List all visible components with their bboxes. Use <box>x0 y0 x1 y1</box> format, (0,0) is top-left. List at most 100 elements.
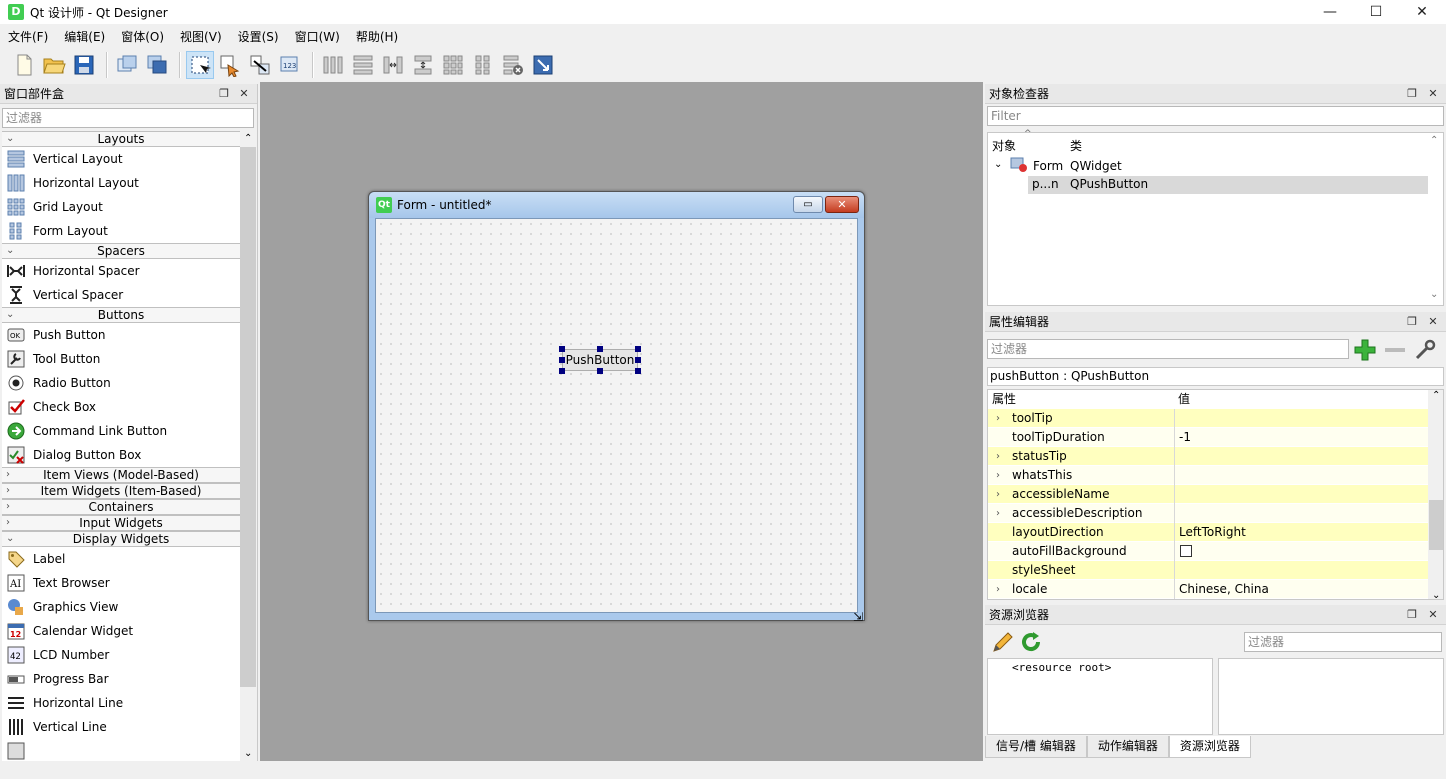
widget-push-button[interactable]: OK Push Button <box>2 323 240 347</box>
scroll-up-icon[interactable]: ⌃ <box>1432 390 1440 401</box>
category-display-widgets[interactable]: ⌄ Display Widgets <box>2 531 240 547</box>
layout-form-icon[interactable] <box>469 51 497 79</box>
property-row[interactable]: › toolTip <box>988 408 1428 428</box>
edit-buddies-icon[interactable] <box>246 51 274 79</box>
column-header-class[interactable]: 类 <box>1070 137 1082 154</box>
resize-handle[interactable] <box>597 346 603 352</box>
widget-vertical-line[interactable]: Vertical Line <box>2 715 240 739</box>
tree-row-object[interactable]: p...n <box>1032 177 1059 191</box>
category-buttons[interactable]: ⌄ Buttons <box>2 307 240 323</box>
checkbox[interactable] <box>1180 545 1192 557</box>
layout-h-splitter-icon[interactable] <box>379 51 407 79</box>
send-to-back-icon[interactable] <box>143 51 171 79</box>
widget-list-scrollbar[interactable]: ⌃ ⌄ <box>240 131 256 761</box>
scroll-down-icon[interactable]: ⌄ <box>1430 289 1438 300</box>
resize-handle[interactable] <box>559 346 565 352</box>
property-row[interactable]: › accessibleName <box>988 484 1428 504</box>
configure-wrench-icon[interactable] <box>1413 338 1437 362</box>
close-icon[interactable]: ✕ <box>236 86 252 102</box>
menu-settings[interactable]: 设置(S) <box>230 26 287 48</box>
edit-pencil-icon[interactable] <box>991 630 1015 654</box>
break-layout-icon[interactable] <box>499 51 527 79</box>
expand-arrow-icon[interactable]: › <box>996 580 1000 599</box>
scroll-down-icon[interactable]: ⌄ <box>244 748 252 759</box>
tab-signal-slot-editor[interactable]: 信号/槽 编辑器 <box>985 736 1087 758</box>
close-icon[interactable]: ✕ <box>1425 607 1441 623</box>
tab-resource-browser[interactable]: 资源浏览器 <box>1168 736 1251 758</box>
property-value[interactable] <box>1174 408 1428 428</box>
expand-arrow-icon[interactable]: › <box>996 447 1000 466</box>
property-value[interactable] <box>1174 446 1428 466</box>
expand-arrow-icon[interactable]: › <box>996 485 1000 504</box>
widget-graphics-view[interactable]: Graphics View <box>2 595 240 619</box>
column-header-value[interactable]: 值 <box>1174 390 1443 409</box>
new-file-icon[interactable] <box>10 51 38 79</box>
expand-arrow-icon[interactable]: › <box>996 409 1000 428</box>
expand-arrow-icon[interactable]: › <box>996 466 1000 485</box>
edit-widgets-icon[interactable] <box>186 51 214 79</box>
widget-horizontal-spacer[interactable]: Horizontal Spacer <box>2 259 240 283</box>
property-row[interactable]: autoFillBackground <box>988 541 1428 561</box>
property-filter-input[interactable]: 过滤器 <box>987 339 1349 359</box>
widget-horizontal-line[interactable]: Horizontal Line <box>2 691 240 715</box>
close-icon[interactable]: ✕ <box>1425 86 1441 102</box>
resize-grip-icon[interactable]: ⇲ <box>853 610 863 624</box>
resize-handle[interactable] <box>635 357 641 363</box>
widget-vertical-spacer[interactable]: Vertical Spacer <box>2 283 240 307</box>
scrollbar-thumb[interactable] <box>240 147 256 687</box>
layout-vertical-icon[interactable] <box>349 51 377 79</box>
category-input-widgets[interactable]: › Input Widgets <box>2 515 240 531</box>
menu-view[interactable]: 视图(V) <box>172 26 230 48</box>
edit-tab-order-icon[interactable]: 123 <box>276 51 304 79</box>
form-canvas[interactable]: PushButton <box>375 218 858 613</box>
layout-v-splitter-icon[interactable] <box>409 51 437 79</box>
form-window[interactable]: Qt Form - untitled* ▭ ✕ PushButton ⇲ <box>368 191 865 624</box>
property-value[interactable]: Chinese, China <box>1174 579 1428 599</box>
widget-label[interactable]: Label <box>2 547 240 571</box>
property-row[interactable]: › accessibleDescription <box>988 503 1428 523</box>
property-value[interactable] <box>1174 465 1428 485</box>
category-spacers[interactable]: ⌄ Spacers <box>2 243 240 259</box>
property-row[interactable]: layoutDirection LeftToRight <box>988 522 1428 542</box>
minimize-button[interactable]: — <box>1307 0 1353 24</box>
widget-grid-layout[interactable]: Grid Layout <box>2 195 240 219</box>
widget-text-browser[interactable]: AI Text Browser <box>2 571 240 595</box>
maximize-button[interactable]: ☐ <box>1353 0 1399 24</box>
property-row[interactable]: toolTipDuration -1 <box>988 427 1428 447</box>
tab-action-editor[interactable]: 动作编辑器 <box>1086 736 1169 758</box>
widget-dialog-button-box[interactable]: Dialog Button Box <box>2 443 240 467</box>
widget-horizontal-layout[interactable]: Horizontal Layout <box>2 171 240 195</box>
resize-handle[interactable] <box>635 368 641 374</box>
widget-check-box[interactable]: Check Box <box>2 395 240 419</box>
property-value[interactable]: LeftToRight <box>1174 522 1428 542</box>
form-minimize-button[interactable]: ▭ <box>793 196 823 213</box>
category-item-widgets[interactable]: › Item Widgets (Item-Based) <box>2 483 240 499</box>
property-row[interactable]: › whatsThis <box>988 465 1428 485</box>
resize-handle[interactable] <box>559 357 565 363</box>
layout-horizontal-icon[interactable] <box>319 51 347 79</box>
menu-edit[interactable]: 编辑(E) <box>56 26 113 48</box>
widget-vertical-layout[interactable]: Vertical Layout <box>2 147 240 171</box>
resource-root-item[interactable]: <resource root> <box>1012 661 1111 674</box>
widget-progress-bar[interactable]: Progress Bar <box>2 667 240 691</box>
resource-filter-input[interactable]: 过滤器 <box>1244 632 1442 652</box>
property-value[interactable] <box>1174 484 1428 504</box>
scroll-up-icon[interactable]: ⌃ <box>1430 135 1438 146</box>
widget-filter-input[interactable]: 过滤器 <box>2 108 254 128</box>
category-containers[interactable]: › Containers <box>2 499 240 515</box>
adjust-size-icon[interactable] <box>529 51 557 79</box>
property-value[interactable] <box>1174 503 1428 523</box>
expand-arrow-icon[interactable]: › <box>996 504 1000 523</box>
property-row[interactable]: › statusTip <box>988 446 1428 466</box>
widget-tool-button[interactable]: Tool Button <box>2 347 240 371</box>
property-row[interactable]: › locale Chinese, China <box>988 579 1428 599</box>
add-property-icon[interactable] <box>1353 338 1377 362</box>
reload-icon[interactable] <box>1019 630 1043 654</box>
menu-help[interactable]: 帮助(H) <box>348 26 406 48</box>
column-header-object[interactable]: 对象 <box>992 137 1016 154</box>
form-close-button[interactable]: ✕ <box>825 196 859 213</box>
widget-calendar[interactable]: 12 Calendar Widget <box>2 619 240 643</box>
property-value[interactable] <box>1174 541 1428 561</box>
category-item-views[interactable]: › Item Views (Model-Based) <box>2 467 240 483</box>
scroll-down-icon[interactable]: ⌄ <box>1432 590 1440 599</box>
